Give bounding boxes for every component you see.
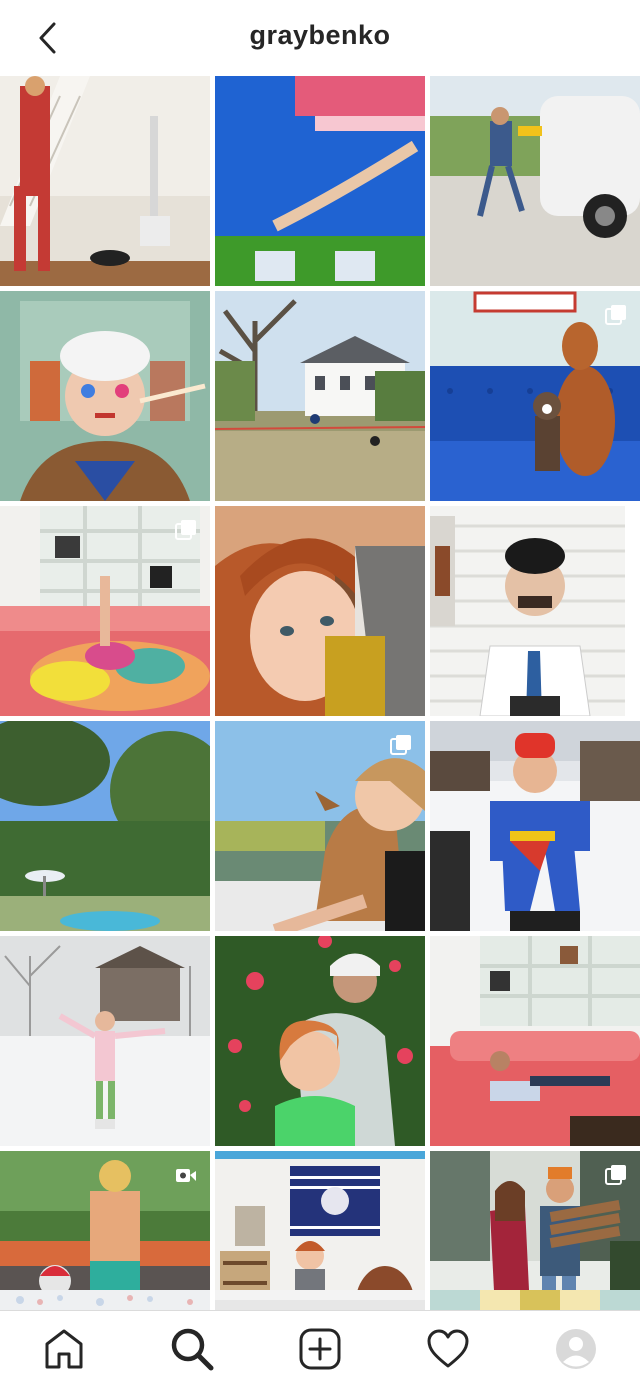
heart-icon (427, 1329, 469, 1368)
post-tile-3[interactable] (430, 76, 640, 286)
nav-search[interactable] (168, 1325, 216, 1373)
post-tile-1[interactable] (0, 76, 210, 286)
post-tile-9[interactable] (430, 506, 640, 716)
carousel-icon (175, 520, 196, 540)
posts-grid (0, 76, 640, 1310)
new-post-icon (299, 1328, 341, 1370)
carousel-icon (605, 1165, 626, 1185)
bottom-navigation (0, 1310, 640, 1387)
carousel-icon (605, 305, 626, 325)
post-tile-20[interactable] (215, 1290, 425, 1310)
post-tile-21[interactable] (430, 1290, 640, 1310)
post-tile-18[interactable] (430, 1151, 640, 1310)
post-tile-7[interactable] (0, 506, 210, 716)
post-tile-8[interactable] (215, 506, 425, 716)
top-header: graybenko (0, 0, 640, 76)
post-tile-14[interactable] (215, 936, 425, 1146)
nav-home[interactable] (40, 1325, 88, 1373)
nav-new-post[interactable] (296, 1325, 344, 1373)
post-tile-15[interactable] (430, 936, 640, 1146)
post-tile-19[interactable] (0, 1290, 210, 1310)
post-tile-10[interactable] (0, 721, 210, 931)
video-icon (176, 1169, 196, 1182)
post-tile-13[interactable] (0, 936, 210, 1146)
post-tile-16[interactable] (0, 1151, 210, 1310)
post-tile-17[interactable] (215, 1151, 425, 1310)
post-tile-12[interactable] (430, 721, 640, 931)
carousel-icon (390, 735, 411, 755)
post-tile-5[interactable] (215, 291, 425, 501)
profile-username: graybenko (249, 20, 391, 50)
profile-avatar-icon (556, 1329, 596, 1369)
nav-profile[interactable] (552, 1325, 600, 1373)
post-tile-6[interactable] (430, 291, 640, 501)
post-tile-2[interactable] (215, 76, 425, 286)
post-tile-4[interactable] (0, 291, 210, 501)
nav-activity[interactable] (424, 1325, 472, 1373)
post-tile-11[interactable] (215, 721, 425, 931)
search-icon (171, 1328, 214, 1371)
home-icon (45, 1329, 83, 1369)
